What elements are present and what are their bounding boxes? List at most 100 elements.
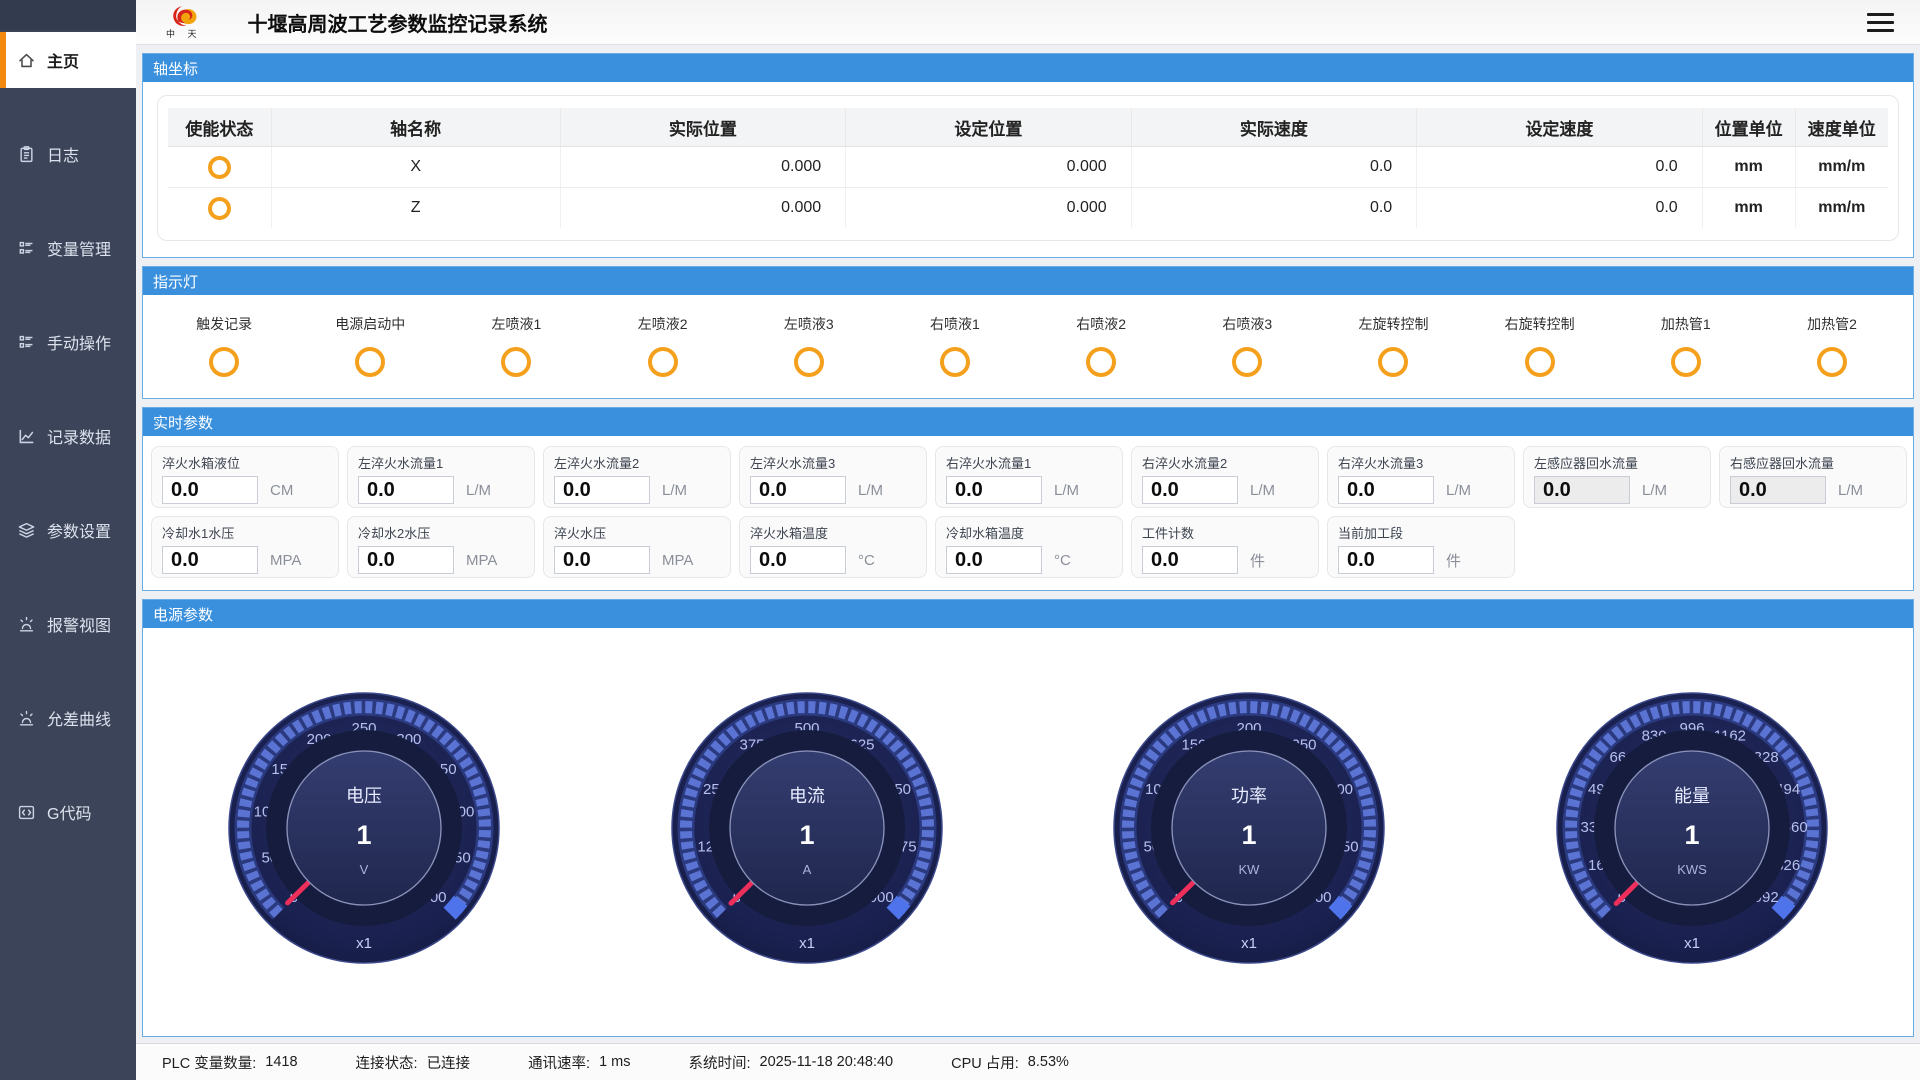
axis-body: 使能状态轴名称实际位置设定位置实际速度设定速度位置单位速度单位 X0.0000.… (143, 82, 1913, 257)
actual-speed-cell: 0.0 (1131, 188, 1417, 229)
indicator-label: 左喷液2 (638, 314, 688, 334)
indicator-trigger-record: 触发记录 (151, 314, 297, 377)
sidebar-item-label: 主页 (47, 48, 79, 72)
indicator-right-spray-1: 右喷液1 (882, 314, 1028, 377)
page-title: 十堰高周波工艺参数监控记录系统 (248, 8, 1867, 37)
section-realtime-params: 实时参数 淬火水箱液位CM左淬火水流量1L/M左淬火水流量2L/M左淬火水流量3… (142, 407, 1914, 591)
sidebar-item-records[interactable]: 记录数据 (0, 408, 136, 464)
param-label: 左淬火水流量3 (750, 453, 916, 472)
enable-status-light (208, 197, 231, 220)
table-row-x: X0.0000.0000.00.0mmmm/m (168, 147, 1888, 188)
param-unit: CM (270, 482, 293, 499)
sidebar-item-alarms[interactable]: 报警视图 (0, 596, 136, 652)
param-card-right-inductor-return-flow: 右感应器回水流量L/M (1719, 446, 1907, 508)
indicator-light (355, 347, 385, 377)
svg-text:x1: x1 (799, 935, 815, 952)
app-root: 主页日志变量管理手动操作记录数据参数设置报警视图允差曲线 G代码 中 天 十堰高周… (0, 0, 1920, 1080)
hamburger-menu-icon[interactable] (1867, 13, 1894, 32)
sidebar-item-home[interactable]: 主页 (0, 32, 136, 88)
gauge-energy: 0166332498664830996116213281494166018261… (1552, 686, 1832, 978)
status-label: CPU 占用: (951, 1052, 1019, 1073)
param-label: 冷却水箱温度 (946, 523, 1112, 542)
indicator-left-spray-1: 左喷液1 (443, 314, 589, 377)
param-unit: L/M (466, 482, 491, 499)
param-unit: L/M (858, 482, 883, 499)
indicator-label: 右喷液2 (1076, 314, 1126, 334)
sidebar-item-manual[interactable]: 手动操作 (0, 314, 136, 370)
indicator-label: 加热管1 (1661, 314, 1711, 334)
variable-list-icon (16, 238, 36, 258)
param-unit: °C (1054, 552, 1071, 569)
indicator-label: 右旋转控制 (1505, 314, 1575, 334)
logo-text: 中 天 (166, 30, 202, 39)
sidebar-item-tolerance[interactable]: 允差曲线 (0, 690, 136, 746)
status-cpu-usage: CPU 占用:8.53% (951, 1052, 1069, 1073)
param-input-left-quench-flow-1[interactable] (358, 476, 454, 504)
column-header: 轴名称 (271, 108, 560, 147)
enable-status-light (208, 156, 231, 179)
param-input-right-inductor-return-flow[interactable] (1730, 476, 1826, 504)
logo-swirl-icon (167, 5, 201, 30)
axis-table-body: X0.0000.0000.00.0mmmm/mZ0.0000.0000.00.0… (168, 147, 1888, 229)
param-card-right-quench-flow-1: 右淬火水流量1L/M (935, 446, 1123, 508)
section-indicator-lights: 指示灯 触发记录电源启动中左喷液1左喷液2左喷液3右喷液1右喷液2右喷液3左旋转… (142, 266, 1914, 399)
indicator-light (648, 347, 678, 377)
position-unit-cell: mm (1702, 188, 1795, 229)
section-header-indicators: 指示灯 (143, 267, 1913, 295)
sidebar-item-settings[interactable]: 参数设置 (0, 502, 136, 558)
param-label: 淬火水压 (554, 523, 720, 542)
svg-text:x1: x1 (356, 935, 372, 952)
param-unit: L/M (1642, 482, 1667, 499)
status-value: 1418 (265, 1054, 297, 1070)
indicator-heater-2: 加热管2 (1759, 314, 1905, 377)
axis-table-panel: 使能状态轴名称实际位置设定位置实际速度设定速度位置单位速度单位 X0.0000.… (157, 95, 1899, 241)
section-axis-coordinates: 轴坐标 使能状态轴名称实际位置设定位置实际速度设定速度位置单位速度单位 X0.0… (142, 53, 1914, 258)
svg-text:1: 1 (1242, 820, 1257, 850)
svg-text:1: 1 (799, 820, 814, 850)
param-input-cooling-water-2-pressure[interactable] (358, 546, 454, 574)
param-input-cooling-tank-temperature[interactable] (946, 546, 1042, 574)
svg-text:KWS: KWS (1677, 862, 1707, 877)
speed-unit-cell: mm/m (1795, 147, 1888, 188)
sidebar-item-variables[interactable]: 变量管理 (0, 220, 136, 276)
gauge-voltage: 050100150200250300350400450500 电压 1 V x1 (224, 686, 504, 978)
param-unit: 件 (1250, 550, 1265, 571)
param-label: 工件计数 (1142, 523, 1308, 542)
status-connection-status: 连接状态: 已连接 (356, 1052, 471, 1073)
param-unit: 件 (1446, 550, 1461, 571)
param-input-quench-tank-level[interactable] (162, 476, 258, 504)
sidebar-nav: 主页日志变量管理手动操作记录数据参数设置报警视图允差曲线 G代码 (0, 30, 136, 878)
param-unit: L/M (1838, 482, 1863, 499)
sidebar-item-label: 变量管理 (47, 236, 111, 260)
param-input-cooling-water-1-pressure[interactable] (162, 546, 258, 574)
sidebar-item-label: 记录数据 (47, 424, 111, 448)
status-label: 系统时间: (689, 1052, 751, 1073)
indicator-left-rotation-control: 左旋转控制 (1320, 314, 1466, 377)
param-input-current-segment[interactable] (1338, 546, 1434, 574)
status-system-time: 系统时间:2025-11-18 20:48:40 (689, 1052, 894, 1073)
main-column: 中 天 十堰高周波工艺参数监控记录系统 轴坐标 使能 (136, 0, 1920, 1080)
status-value: 已连接 (427, 1052, 471, 1073)
status-label: 通讯速率: (528, 1052, 590, 1073)
sidebar-item-logs[interactable]: 日志 (0, 126, 136, 182)
indicator-right-spray-2: 右喷液2 (1028, 314, 1174, 377)
param-input-right-quench-flow-2[interactable] (1142, 476, 1238, 504)
status-comm-rate: 通讯速率: 1 ms (528, 1052, 630, 1073)
manual-operation-icon (16, 332, 36, 352)
param-input-quench-tank-temperature[interactable] (750, 546, 846, 574)
status-bar: PLC 变量数量:1418连接状态:已连接通讯速率:1 ms系统时间:2025-… (136, 1043, 1920, 1080)
status-value: 1 ms (599, 1054, 630, 1070)
sidebar-item-gcode[interactable]: G代码 (0, 784, 136, 840)
status-label: 连接状态: (356, 1052, 418, 1073)
param-input-right-quench-flow-3[interactable] (1338, 476, 1434, 504)
param-input-right-quench-flow-1[interactable] (946, 476, 1042, 504)
param-input-quench-water-pressure[interactable] (554, 546, 650, 574)
param-input-left-quench-flow-3[interactable] (750, 476, 846, 504)
svg-text:x1: x1 (1241, 935, 1257, 952)
company-logo: 中 天 (166, 5, 202, 39)
column-header: 设定位置 (846, 108, 1132, 147)
param-label: 右淬火水流量2 (1142, 453, 1308, 472)
param-input-workpiece-count[interactable] (1142, 546, 1238, 574)
param-input-left-quench-flow-2[interactable] (554, 476, 650, 504)
param-input-left-inductor-return-flow[interactable] (1534, 476, 1630, 504)
